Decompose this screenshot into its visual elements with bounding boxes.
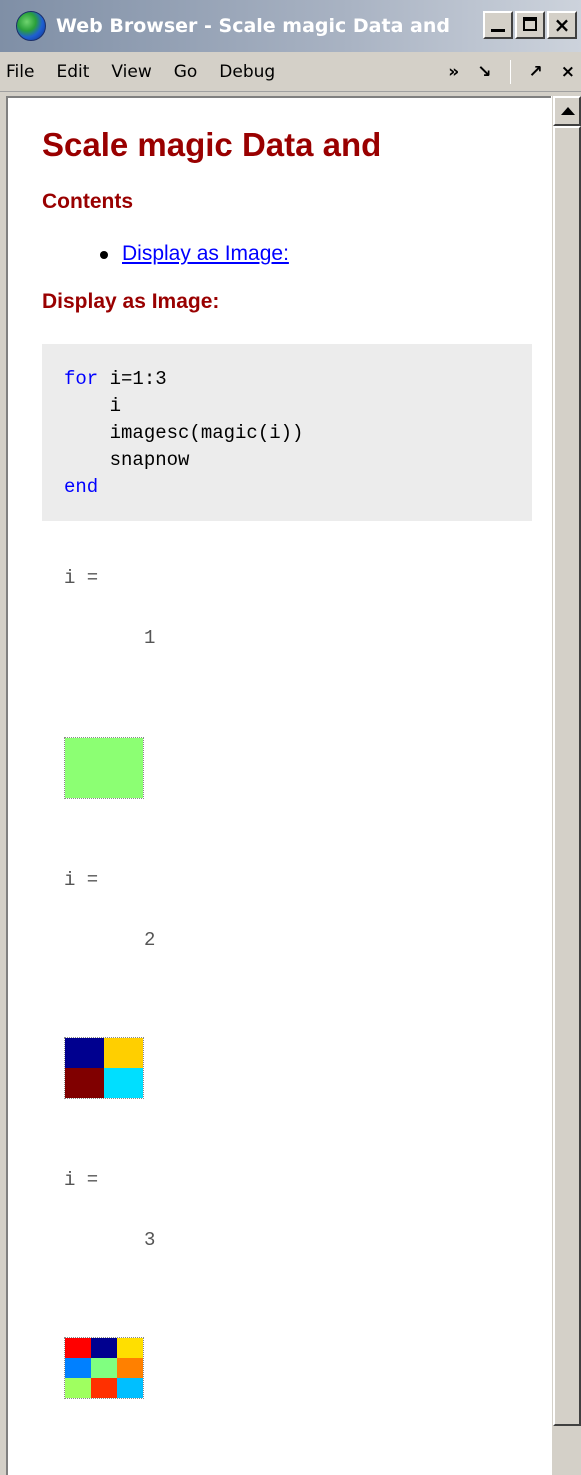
image-cell [117,1378,143,1398]
browser-viewport[interactable]: Scale magic Data and Contents Display as… [6,96,551,1475]
toolbar-right: » ↘ ↗ × [448,60,575,84]
magic-image-1 [64,737,144,799]
output-value: 1 [144,627,156,649]
output-value: 2 [144,929,156,951]
code-line-3: imagesc(magic(i)) [64,422,304,444]
code-line-4: snapnow [64,449,190,471]
image-cell [65,1358,91,1378]
close-panel-icon[interactable]: × [561,62,575,82]
code-block: for i=1:3 i imagesc(magic(i)) snapnow en… [42,344,532,521]
menu-go[interactable]: Go [174,62,198,82]
contents-heading: Contents [42,190,133,213]
page-title: Scale magic Data and [42,126,382,163]
title-bar: Web Browser - Scale magic Data and × [0,0,581,52]
image-cell [65,738,143,798]
image-cell [65,1338,91,1358]
menu-edit[interactable]: Edit [56,62,89,82]
menu-file[interactable]: File [6,62,34,82]
magic-image-3 [64,1337,144,1399]
image-cell [65,1068,104,1098]
menu-debug[interactable]: Debug [219,62,275,82]
menu-bar: File Edit View Go Debug » ↘ ↗ × [0,52,581,92]
window-controls: × [483,11,577,39]
window-title: Web Browser - Scale magic Data and [56,15,450,37]
toc-item: Display as Image: [98,242,531,266]
toolbar-separator [509,60,511,84]
bullet-icon [100,251,108,259]
close-icon: × [553,13,571,37]
chevron-more-icon[interactable]: » [448,62,459,82]
image-cell [117,1358,143,1378]
maximize-icon [523,17,537,31]
image-cell [104,1038,143,1068]
image-cell [104,1068,143,1098]
minimize-button[interactable] [483,11,513,39]
code-line-2: i [64,395,122,417]
table-of-contents: Display as Image: [98,242,531,266]
scrollbar-thumb[interactable] [553,126,581,1426]
image-cell [91,1338,117,1358]
output-label: i = [64,869,99,891]
image-cell [91,1358,117,1378]
globe-icon [16,11,46,41]
scroll-up-button[interactable] [553,96,581,126]
image-cell [117,1338,143,1358]
toc-link-display-as-image[interactable]: Display as Image: [122,242,289,265]
maximize-button[interactable] [515,11,545,39]
close-button[interactable]: × [547,11,577,39]
triangle-up-icon [561,107,575,115]
minimize-icon [491,29,505,32]
code-keyword-end: end [64,476,99,498]
undock-icon[interactable]: ↘ [477,62,491,82]
output-value: 3 [144,1229,156,1251]
image-cell [65,1038,104,1068]
menu-view[interactable]: View [111,62,151,82]
code-keyword-for: for [64,368,99,390]
code-line-1: i=1:3 [98,368,167,390]
section-heading: Display as Image: [42,290,220,313]
image-cell [91,1378,117,1398]
page-content: Scale magic Data and Contents Display as… [8,98,551,1399]
image-cell [65,1378,91,1398]
dock-icon[interactable]: ↗ [529,62,543,82]
magic-image-2 [64,1037,144,1099]
output-label: i = [64,1169,99,1191]
output-label: i = [64,567,99,589]
vertical-scrollbar[interactable] [551,96,581,1475]
